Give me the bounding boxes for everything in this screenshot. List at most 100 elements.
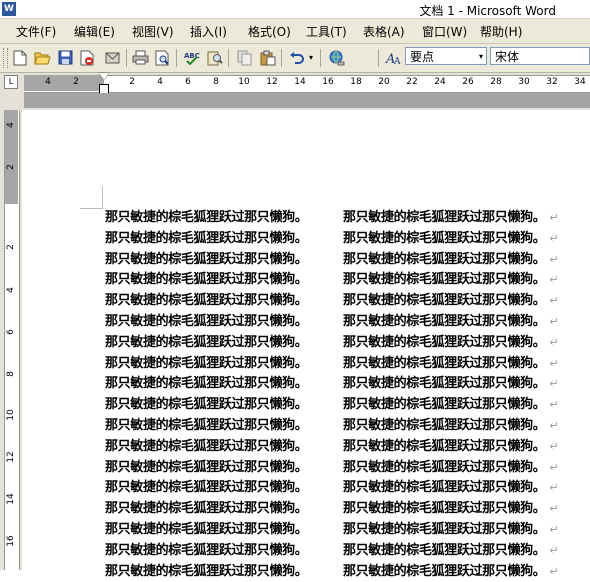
sentence-text: 那只敏捷的棕毛狐狸跃过那只懒狗。 xyxy=(105,355,308,371)
save-icon[interactable] xyxy=(56,48,75,67)
document-line[interactable]: 那只敏捷的棕毛狐狸跃过那只懒狗。 那只敏捷的棕毛狐狸跃过那只懒狗。 ↵ xyxy=(105,333,585,354)
spelling-icon[interactable]: ABC xyxy=(182,48,201,67)
document-line[interactable]: 那只敏捷的棕毛狐狸跃过那只懒狗。 那只敏捷的棕毛狐狸跃过那只懒狗。 ↵ xyxy=(105,562,585,582)
paragraph-mark-icon: ↵ xyxy=(549,356,559,370)
menu-view[interactable]: 视图(V) xyxy=(132,23,174,40)
sentence-text: 那只敏捷的棕毛狐狸跃过那只懒狗。 xyxy=(105,376,308,392)
toolbar-grip[interactable] xyxy=(3,48,8,68)
document-line[interactable]: 那只敏捷的棕毛狐狸跃过那只懒狗。 那只敏捷的棕毛狐狸跃过那只懒狗。 ↵ xyxy=(105,208,585,229)
chevron-down-icon: ▾ xyxy=(478,52,483,61)
menu-table[interactable]: 表格(A) xyxy=(363,23,405,40)
sentence-text: 那只敏捷的棕毛狐狸跃过那只懒狗。 xyxy=(105,480,308,496)
sentence-text: 那只敏捷的棕毛狐狸跃过那只懒狗。 xyxy=(343,501,546,517)
document-line[interactable]: 那只敏捷的棕毛狐狸跃过那只懒狗。 那只敏捷的棕毛狐狸跃过那只懒狗。 ↵ xyxy=(105,458,585,479)
new-document-icon[interactable] xyxy=(10,48,29,67)
document-line[interactable]: 那只敏捷的棕毛狐狸跃过那只懒狗。 那只敏捷的棕毛狐狸跃过那只懒狗。 ↵ xyxy=(105,416,585,437)
paste-icon[interactable] xyxy=(258,48,277,67)
document-line[interactable]: 那只敏捷的棕毛狐狸跃过那只懒狗。 那只敏捷的棕毛狐狸跃过那只懒狗。 ↵ xyxy=(105,541,585,562)
paragraph-mark-icon: ↵ xyxy=(549,335,559,349)
ruler-number: 4 xyxy=(45,77,51,87)
vertical-ruler-number: 6 xyxy=(6,329,16,335)
vertical-ruler-number: 8 xyxy=(6,371,16,377)
ruler-number: 16 xyxy=(322,77,334,87)
toolbar-separator xyxy=(320,49,321,67)
email-icon[interactable] xyxy=(103,48,122,67)
print-icon[interactable] xyxy=(131,48,150,67)
print-preview-icon[interactable] xyxy=(153,48,172,67)
research-icon[interactable] xyxy=(205,48,224,67)
ruler-number: 8 xyxy=(213,77,219,87)
style-dropdown[interactable]: 要点 ▾ xyxy=(405,47,487,65)
open-icon[interactable] xyxy=(33,48,52,67)
menu-window[interactable]: 窗口(W) xyxy=(422,23,467,40)
paragraph-mark-icon: ↵ xyxy=(549,543,559,557)
sentence-text: 那只敏捷的棕毛狐狸跃过那只懒狗。 xyxy=(105,438,308,454)
paragraph-mark-icon: ↵ xyxy=(549,211,559,224)
sentence-text: 那只敏捷的棕毛狐狸跃过那只懒狗。 xyxy=(343,293,546,309)
document-line[interactable]: 那只敏捷的棕毛狐狸跃过那只懒狗。 那只敏捷的棕毛狐狸跃过那只懒狗。 ↵ xyxy=(105,312,585,333)
paragraph-mark-icon: ↵ xyxy=(549,564,559,578)
sentence-text: 那只敏捷的棕毛狐狸跃过那只懒狗。 xyxy=(343,230,546,246)
sentence-text: 那只敏捷的棕毛狐狸跃过那只懒狗。 xyxy=(343,251,546,267)
sentence-text: 那只敏捷的棕毛狐狸跃过那只懒狗。 xyxy=(343,542,546,558)
ruler-number: 2 xyxy=(129,77,135,87)
sentence-text: 那只敏捷的棕毛狐狸跃过那只懒狗。 xyxy=(105,542,308,558)
menu-edit[interactable]: 编辑(E) xyxy=(74,23,115,40)
menu-format[interactable]: 格式(O) xyxy=(248,23,291,40)
document-line[interactable]: 那只敏捷的棕毛狐狸跃过那只懒狗。 那只敏捷的棕毛狐狸跃过那只懒狗。 ↵ xyxy=(105,520,585,541)
document-line[interactable]: 那只敏捷的棕毛狐狸跃过那只懒狗。 那只敏捷的棕毛狐狸跃过那只懒狗。 ↵ xyxy=(105,270,585,291)
tab-selector[interactable]: L xyxy=(4,75,18,89)
font-dropdown[interactable]: 宋体 xyxy=(490,47,590,65)
document-line[interactable]: 那只敏捷的棕毛狐狸跃过那只懒狗。 那只敏捷的棕毛狐狸跃过那只懒狗。 ↵ xyxy=(105,250,585,271)
document-line[interactable]: 那只敏捷的棕毛狐狸跃过那只懒狗。 那只敏捷的棕毛狐狸跃过那只懒狗。 ↵ xyxy=(105,229,585,250)
ruler-number: 18 xyxy=(350,77,362,87)
menu-tools[interactable]: 工具(T) xyxy=(306,23,347,40)
toolbar-separator xyxy=(176,49,177,67)
document-line[interactable]: 那只敏捷的棕毛狐狸跃过那只懒狗。 那只敏捷的棕毛狐狸跃过那只懒狗。 ↵ xyxy=(105,395,585,416)
first-line-indent-marker[interactable] xyxy=(99,73,109,80)
document-line[interactable]: 那只敏捷的棕毛狐狸跃过那只懒狗。 那只敏捷的棕毛狐狸跃过那只懒狗。 ↵ xyxy=(105,354,585,375)
menu-file[interactable]: 文件(F) xyxy=(16,23,56,40)
svg-text:A: A xyxy=(393,57,401,66)
undo-icon[interactable] xyxy=(287,48,306,67)
svg-text:ABC: ABC xyxy=(184,52,200,60)
sentence-text: 那只敏捷的棕毛狐狸跃过那只懒狗。 xyxy=(105,251,308,267)
sentence-text: 那只敏捷的棕毛狐狸跃过那只懒狗。 xyxy=(105,417,308,433)
vertical-ruler-number: 4 xyxy=(6,287,16,293)
paragraph-mark-icon: ↵ xyxy=(549,398,559,412)
document-line[interactable]: 那只敏捷的棕毛狐狸跃过那只懒狗。 那只敏捷的棕毛狐狸跃过那只懒狗。 ↵ xyxy=(105,499,585,520)
document-line[interactable]: 那只敏捷的棕毛狐狸跃过那只懒狗。 那只敏捷的棕毛狐狸跃过那只懒狗。 ↵ xyxy=(105,437,585,458)
document-body[interactable]: 那只敏捷的棕毛狐狸跃过那只懒狗。 那只敏捷的棕毛狐狸跃过那只懒狗。 ↵ 那只敏捷的棕毛… xyxy=(105,208,585,582)
sentence-text: 那只敏捷的棕毛狐狸跃过那只懒狗。 xyxy=(343,563,546,579)
insert-hyperlink-icon[interactable] xyxy=(327,48,346,67)
sentence-text: 那只敏捷的棕毛狐狸跃过那只懒狗。 xyxy=(105,563,308,579)
sentence-text: 那只敏捷的棕毛狐狸跃过那只懒狗。 xyxy=(105,210,308,225)
paragraph-mark-icon: ↵ xyxy=(549,460,559,474)
ruler-number: 28 xyxy=(490,77,502,87)
ruler-number: 2 xyxy=(73,77,79,87)
toolbar-separator xyxy=(126,49,127,67)
toolbar-separator xyxy=(281,49,282,67)
permission-icon[interactable] xyxy=(78,48,97,67)
menu-bar: 文件(F) 编辑(E) 视图(V) 插入(I) 格式(O) 工具(T) 表格(A… xyxy=(0,19,590,44)
ruler-number: 32 xyxy=(546,77,558,87)
paragraph-mark-icon: ↵ xyxy=(549,231,559,245)
ruler-number: 14 xyxy=(294,77,306,87)
document-line[interactable]: 那只敏捷的棕毛狐狸跃过那只懒狗。 那只敏捷的棕毛狐狸跃过那只懒狗。 ↵ xyxy=(105,291,585,312)
font-value: 宋体 xyxy=(495,50,520,64)
document-line[interactable]: 那只敏捷的棕毛狐狸跃过那只懒狗。 那只敏捷的棕毛狐狸跃过那只懒狗。 ↵ xyxy=(105,478,585,499)
paragraph-mark-icon: ↵ xyxy=(549,314,559,328)
vertical-ruler-number: 2 xyxy=(6,244,16,250)
ruler-left-margin xyxy=(24,75,104,91)
styles-icon[interactable]: AA xyxy=(384,48,403,67)
word-app-icon[interactable]: W xyxy=(2,2,16,16)
sentence-text: 那只敏捷的棕毛狐狸跃过那只懒狗。 xyxy=(343,272,546,288)
menu-insert[interactable]: 插入(I) xyxy=(190,23,227,40)
sentence-text: 那只敏捷的棕毛狐狸跃过那只懒狗。 xyxy=(105,501,308,517)
copy-icon[interactable] xyxy=(235,48,254,67)
document-line[interactable]: 那只敏捷的棕毛狐狸跃过那只懒狗。 那只敏捷的棕毛狐狸跃过那只懒狗。 ↵ xyxy=(105,374,585,395)
undo-dropdown-icon[interactable]: ▾ xyxy=(306,48,316,67)
ruler-number: 6 xyxy=(185,77,191,87)
menu-help[interactable]: 帮助(H) xyxy=(480,23,522,40)
paragraph-mark-icon: ↵ xyxy=(549,252,559,266)
